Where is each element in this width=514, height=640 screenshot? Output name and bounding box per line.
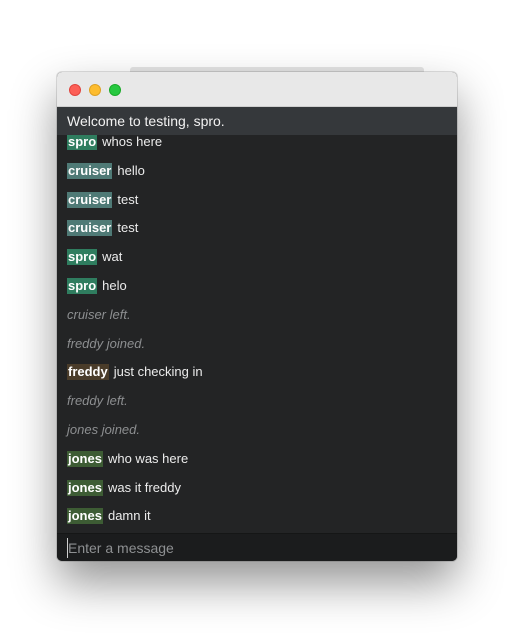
message-text: whos here	[102, 134, 163, 149]
title-bar[interactable]	[57, 72, 457, 107]
message-text: test	[117, 192, 139, 207]
chat-message: spro wat	[67, 249, 122, 265]
message-nick-badge[interactable]: jones	[67, 480, 103, 496]
message-text: helo	[102, 278, 127, 293]
chat-message: jones who was here	[67, 451, 188, 467]
chat-message: cruiser hello	[67, 163, 145, 179]
message-list[interactable]: spro whos here cruiser hello cruiser test crui…	[57, 128, 457, 534]
message-text: just checking in	[113, 364, 203, 379]
chat-message: cruiser test	[67, 192, 138, 208]
message-input[interactable]	[67, 538, 448, 558]
event-message: freddy left.	[67, 393, 128, 408]
message-nick-badge[interactable]: jones	[67, 451, 103, 467]
message-nick-badge[interactable]: cruiser	[67, 192, 113, 208]
chat-message: spro whos here	[67, 134, 162, 150]
message-nick-badge[interactable]: cruiser	[67, 163, 113, 179]
chat-message: spro helo	[67, 278, 127, 294]
message-nick-badge[interactable]: jones	[67, 508, 103, 524]
message-composer	[57, 533, 457, 561]
message-nick-badge[interactable]: cruiser	[67, 220, 113, 236]
message-nick-badge[interactable]: spro	[67, 278, 98, 294]
event-message: cruiser left.	[67, 307, 131, 322]
event-message: jones joined.	[67, 422, 140, 437]
message-text: wat	[102, 249, 123, 264]
welcome-banner: Welcome to testing, spro.	[57, 107, 457, 135]
event-message: freddy joined.	[67, 336, 146, 351]
message-text: hello	[117, 163, 145, 178]
message-nick-badge[interactable]: freddy	[67, 364, 109, 380]
message-text: who was here	[107, 451, 189, 466]
message-nick-badge[interactable]: spro	[67, 249, 98, 265]
chat-message: freddy just checking in	[67, 364, 203, 380]
close-window-button[interactable]	[69, 84, 81, 96]
message-nick-badge[interactable]: spro	[67, 134, 98, 150]
chat-message: cruiser test	[67, 220, 138, 236]
chat-message: jones damn it	[67, 508, 151, 524]
message-text: damn it	[107, 508, 151, 523]
minimize-window-button[interactable]	[89, 84, 101, 96]
message-text: was it freddy	[107, 480, 181, 495]
message-text: test	[117, 220, 139, 235]
chat-window: spro whos here cruiser hello cruiser test crui…	[57, 72, 457, 561]
chat-message: jones was it freddy	[67, 480, 181, 496]
maximize-window-button[interactable]	[109, 84, 121, 96]
